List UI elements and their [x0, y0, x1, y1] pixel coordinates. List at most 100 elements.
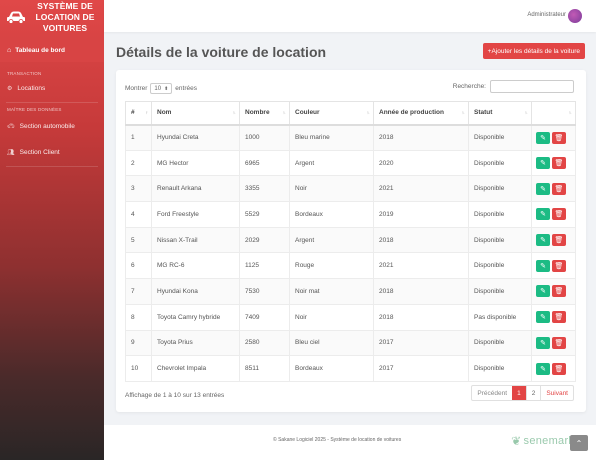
delete-button[interactable]: 🗑︎: [552, 362, 566, 375]
edit-button[interactable]: ✎: [536, 234, 550, 247]
column-header-year[interactable]: Année de production ↑↓: [373, 101, 469, 126]
edit-button[interactable]: ✎: [536, 182, 550, 195]
table-cell: 6965: [239, 149, 290, 177]
pagination-page-1[interactable]: 1: [512, 386, 526, 400]
car-icon: [7, 11, 25, 24]
add-car-button[interactable]: +Ajouter les détails de la voiture: [482, 43, 585, 59]
column-header-number-plate[interactable]: Nombre ↑↓: [239, 101, 290, 126]
trash-icon: 🗑︎: [554, 365, 564, 373]
table-cell: 2021: [373, 175, 469, 203]
user-name[interactable]: Administrateur: [527, 12, 566, 18]
edit-icon: ✎: [540, 160, 546, 168]
column-header-color[interactable]: Couleur ↑↓: [289, 101, 374, 126]
column-header-name[interactable]: Nom ↑↓: [151, 101, 240, 126]
show-label: Montrer: [125, 85, 148, 92]
table-cell: Noir: [289, 175, 374, 203]
table-row: 9 Toyota Prius 2580 Bleu ciel 2017 Disponible…: [125, 329, 576, 357]
trash-icon: 🗑︎: [554, 339, 564, 347]
footer-copyright: © Sakane Logiciel 2025 - Système de loca…: [273, 437, 402, 443]
table-cell: 2018: [373, 303, 469, 331]
table-cell: 2: [125, 149, 152, 177]
sidebar-heading-transaction: TRANSACTION: [7, 71, 42, 76]
table-cell: Pas disponible: [468, 303, 532, 331]
trash-icon: 🗑︎: [554, 185, 564, 193]
pagination-prev[interactable]: Précédent: [472, 386, 512, 400]
edit-button[interactable]: ✎: [536, 157, 550, 170]
leaf-icon: ❦: [511, 434, 522, 448]
table-cell: Renault Arkana: [151, 175, 240, 203]
column-header-number[interactable]: # ↑: [125, 101, 152, 126]
table-cell: Ford Freestyle: [151, 201, 240, 228]
delete-button[interactable]: 🗑︎: [552, 259, 566, 272]
table-cell: 5: [125, 226, 152, 254]
delete-button[interactable]: 🗑︎: [552, 208, 566, 221]
delete-button[interactable]: 🗑︎: [552, 157, 566, 170]
trash-icon: 🗑︎: [554, 314, 564, 322]
table-row: 7 Hyundai Kona 7530 Noir mat 2018 Disponible ✎…: [125, 278, 576, 305]
table-row: 10 Chevrolet Impala 8511 Bordeaux 2017 Dispon…: [125, 355, 576, 382]
trash-icon: 🗑︎: [554, 211, 564, 219]
delete-button[interactable]: 🗑︎: [552, 182, 566, 195]
edit-button[interactable]: ✎: [536, 259, 550, 272]
sidebar-heading-master-data: MAÎTRE DES DONNÉES: [7, 107, 62, 112]
table-row: 8 Toyota Camry hybride 7409 Noir 2018 Pas dis…: [125, 303, 576, 331]
edit-icon: ✎: [540, 237, 546, 245]
table-cell: Bleu marine: [289, 124, 374, 151]
delete-button[interactable]: 🗑︎: [552, 336, 566, 349]
edit-button[interactable]: ✎: [536, 208, 550, 221]
row-actions: ✎ 🗑︎: [531, 303, 576, 331]
row-actions: ✎ 🗑︎: [531, 124, 576, 151]
table-cell: Disponible: [468, 149, 532, 177]
pagination-next[interactable]: Suivant: [540, 386, 573, 400]
table-cell: 2021: [373, 252, 469, 280]
table-cell: 7409: [239, 303, 290, 331]
edit-icon: ✎: [540, 365, 546, 373]
edit-icon: ✎: [540, 262, 546, 270]
scroll-top-button[interactable]: ⌃: [570, 435, 588, 451]
avatar[interactable]: [568, 9, 582, 23]
column-header-actions[interactable]: ↑↓: [531, 101, 576, 126]
table-cell: 2580: [239, 329, 290, 357]
column-header-status[interactable]: Statut ↑↓: [468, 101, 532, 126]
cars-table: # ↑ Nom ↑↓ Nombre ↑↓ Couleur ↑↓ Année de pro…: [125, 101, 576, 382]
sidebar-item-dashboard[interactable]: ⌂ Tableau de bord: [0, 38, 104, 62]
sidebar-divider: [6, 166, 98, 167]
edit-button[interactable]: ✎: [536, 311, 550, 324]
table-cell: Bleu ciel: [289, 329, 374, 357]
table-info: Affichage de 1 à 10 sur 13 entrées: [125, 392, 225, 399]
delete-button[interactable]: 🗑︎: [552, 131, 566, 144]
table-cell: 2019: [373, 201, 469, 228]
pagination-page-2[interactable]: 2: [525, 386, 541, 400]
table-cell: Noir mat: [289, 278, 374, 305]
row-actions: ✎ 🗑︎: [531, 201, 576, 228]
sidebar-item-label: Section Client: [19, 148, 60, 156]
delete-button[interactable]: 🗑︎: [552, 234, 566, 247]
brand[interactable]: SYSTÈME DE LOCATION DE VOITURES: [0, 0, 104, 34]
edit-button[interactable]: ✎: [536, 336, 550, 349]
edit-button[interactable]: ✎: [536, 362, 550, 375]
sidebar-item-clients[interactable]: 👥︎ Section Client: [0, 144, 104, 160]
table-cell: 1125: [239, 252, 290, 280]
sidebar-item-locations[interactable]: ⚙ Locations: [0, 80, 104, 96]
footer: © Sakane Logiciel 2025 - Système de loca…: [104, 425, 596, 460]
entries-length-control: Montrer 10 ⬍ entrées: [125, 83, 197, 94]
search-label: Recherche:: [452, 83, 486, 90]
edit-button[interactable]: ✎: [536, 131, 550, 144]
entries-label: entrées: [175, 85, 197, 92]
row-actions: ✎ 🗑︎: [531, 278, 576, 305]
delete-button[interactable]: 🗑︎: [552, 285, 566, 298]
table-cell: Nissan X-Trail: [151, 226, 240, 254]
home-icon: ⌂: [7, 46, 12, 54]
table-cell: Chevrolet Impala: [151, 355, 240, 382]
edit-button[interactable]: ✎: [536, 285, 550, 298]
users-icon: 👥︎: [7, 149, 15, 156]
trash-icon: 🗑︎: [554, 160, 564, 168]
edit-icon: ✎: [540, 185, 546, 193]
search-input[interactable]: [490, 80, 574, 93]
table-cell: Disponible: [468, 226, 532, 254]
table-row: 1 Hyundai Creta 1000 Bleu marine 2018 Disponi…: [125, 124, 576, 151]
delete-button[interactable]: 🗑︎: [552, 311, 566, 324]
sidebar-item-cars[interactable]: 🚗︎ Section automobile: [0, 118, 104, 134]
entries-select[interactable]: 10 ⬍: [150, 83, 173, 94]
table-row: 4 Ford Freestyle 5529 Bordeaux 2019 Disponibl…: [125, 201, 576, 228]
